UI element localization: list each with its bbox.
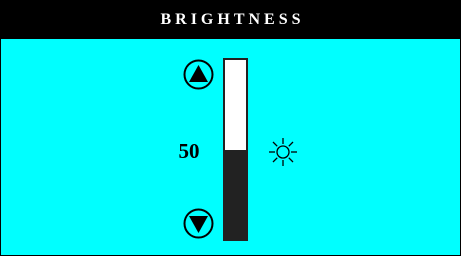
decrease-brightness-button[interactable] bbox=[183, 208, 214, 239]
increase-brightness-button[interactable] bbox=[183, 59, 214, 90]
sun-icon bbox=[267, 136, 299, 168]
brightness-slider[interactable] bbox=[223, 58, 248, 241]
triangle-down-icon bbox=[183, 208, 214, 239]
brightness-value: 50 bbox=[178, 139, 200, 163]
brightness-slider-fill bbox=[225, 149, 246, 239]
panel-title: BRIGHTNESS bbox=[160, 11, 305, 28]
triangle-up-icon bbox=[183, 59, 214, 90]
title-bar: BRIGHTNESS bbox=[1, 1, 460, 39]
brightness-osd-panel: BRIGHTNESS 50 bbox=[0, 0, 461, 256]
